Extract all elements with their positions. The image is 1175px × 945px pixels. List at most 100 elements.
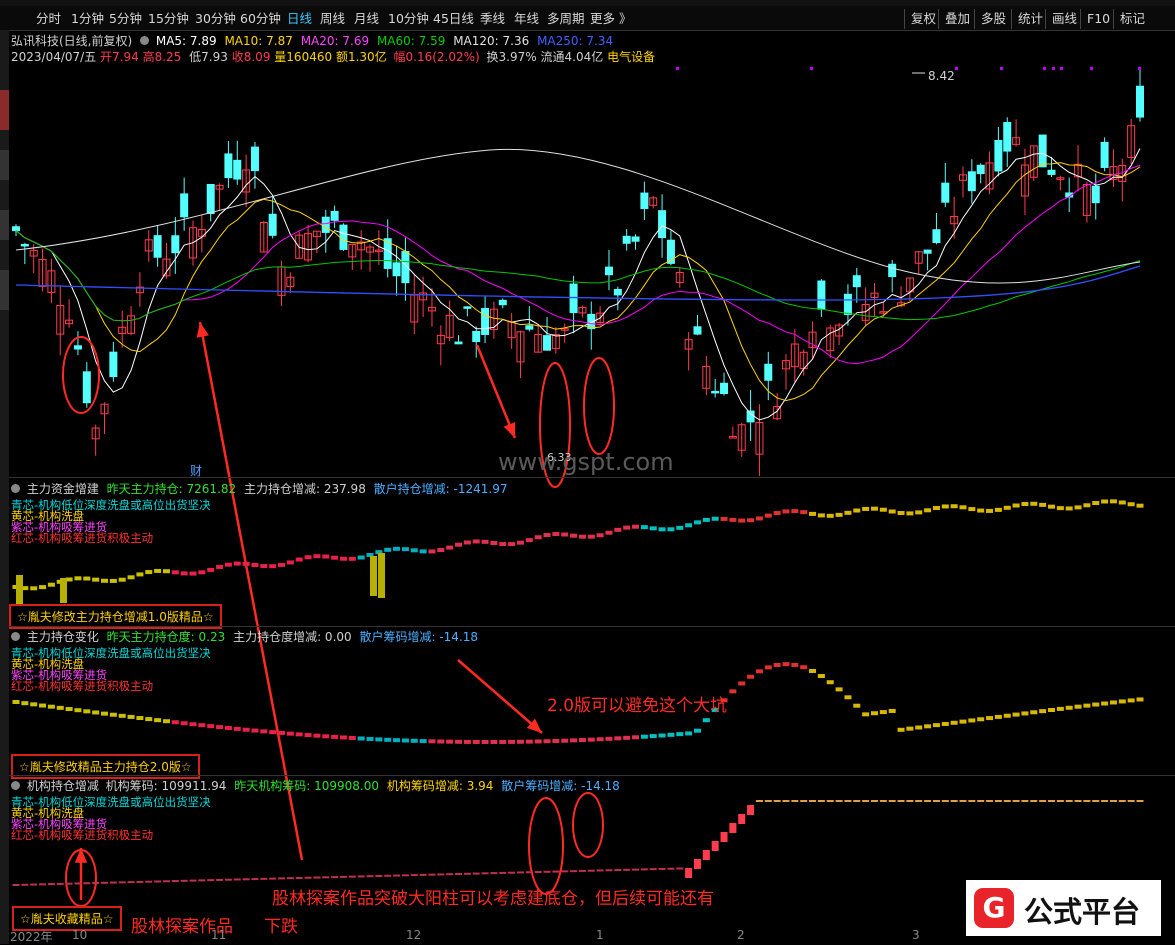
- panel2-bar: [587, 737, 595, 742]
- panel2-bar: [278, 730, 286, 735]
- annotation-circle: [528, 797, 564, 895]
- panel3-bar: [1030, 800, 1038, 802]
- signal-dot: [1090, 67, 1093, 70]
- panel1-bar: [658, 527, 666, 532]
- candle-body: [268, 213, 277, 236]
- panel1-bar: [1101, 499, 1109, 504]
- panel1-bar: [1065, 506, 1073, 511]
- watermark: www.gspt.com: [498, 448, 674, 476]
- panel2-bar: [516, 739, 524, 744]
- panel1-bar: [844, 510, 852, 515]
- panel1-bar: [233, 561, 241, 566]
- panel1-v1: 昨天主力持仓: 7261.82: [106, 482, 237, 496]
- panel3-bar: [649, 868, 657, 871]
- panel1-bar: [357, 555, 365, 560]
- panel1-bar: [109, 578, 117, 583]
- panel1-bar: [950, 504, 958, 509]
- panel3-bar: [278, 877, 286, 880]
- panel-toggle-icon[interactable]: [11, 484, 20, 493]
- panel3-bar: [1012, 800, 1020, 802]
- toggle-icon[interactable]: [140, 36, 150, 45]
- panel2-bar: [348, 735, 356, 740]
- candle-body: [12, 226, 20, 232]
- panel1-bar: [83, 576, 91, 581]
- panel3-bar: [375, 874, 383, 877]
- panel2-bar: [410, 738, 418, 743]
- panel2-bar: [667, 732, 675, 737]
- panel1-bar: [260, 564, 268, 569]
- candle-body: [472, 330, 481, 343]
- panel3-bar: [401, 874, 409, 877]
- ma-line: 弘讯科技(日线,前复权) MA5: 7.89 MA10: 7.87 MA20: …: [11, 32, 613, 49]
- panel3-bar: [472, 872, 480, 875]
- candle-body: [746, 410, 755, 423]
- panel2-bar: [446, 739, 454, 744]
- panel3-bar: [56, 882, 64, 885]
- candle-body: [1047, 169, 1056, 175]
- candle-body: [658, 210, 667, 239]
- panel1-bar: [685, 523, 693, 528]
- candle-body: [1100, 141, 1109, 168]
- panel1-bar: [224, 562, 232, 567]
- panel3-bar: [101, 881, 109, 884]
- candle-body: [817, 280, 826, 310]
- panel2-bar: [463, 739, 471, 744]
- panel2-bar: [21, 701, 29, 706]
- annotation-circle: [572, 792, 604, 858]
- panel1-bar: [879, 507, 887, 512]
- panel2-legend: 青芯-机构低位深度洗盘或高位出货坚决 黄芯-机构洗盘 紫芯-机构吸筹进货 红芯-…: [11, 647, 211, 692]
- panel2-bar: [862, 712, 870, 717]
- signal-dot: [810, 67, 813, 70]
- panel2-bar: [322, 734, 330, 739]
- panel2-bar: [401, 738, 409, 743]
- panel2-bar: [313, 733, 321, 738]
- panel3-bar: [92, 882, 100, 885]
- low-value: 低7.93: [189, 50, 228, 64]
- panel3-bar: [817, 800, 825, 802]
- panel3-bar: [1065, 800, 1073, 802]
- panel2-bar: [924, 724, 932, 729]
- annotation-arrow-up-head: [196, 322, 209, 338]
- signal-dot: [955, 67, 958, 70]
- panel1-bar: [915, 510, 923, 515]
- panel3-bar: [534, 871, 542, 874]
- panel3-bar: [233, 878, 241, 881]
- panel2-bar: [755, 669, 763, 674]
- panel1-bar: [499, 542, 507, 547]
- panel1-bar: [1039, 502, 1047, 507]
- panel-toggle-icon[interactable]: [11, 781, 20, 790]
- panel3-bar: [693, 859, 701, 869]
- close-value: 收8.09: [231, 50, 271, 64]
- panel1-bar: [1021, 501, 1029, 506]
- panel1-bar: [39, 585, 47, 590]
- panel2-bar: [101, 711, 109, 716]
- panel1-bar: [1047, 504, 1055, 509]
- panel1-bar: [393, 546, 401, 551]
- panel2-bar: [941, 721, 949, 726]
- panel2-bar: [145, 717, 153, 722]
- panel-toggle-icon[interactable]: [11, 632, 20, 641]
- panel1-bar: [941, 504, 949, 509]
- panel3-bar: [791, 800, 799, 802]
- panel1-bar: [888, 509, 896, 514]
- panel1-bar: [481, 539, 489, 544]
- panel3-bar: [755, 800, 763, 802]
- candle-body: [20, 243, 29, 247]
- panel3-bar: [21, 883, 29, 886]
- panel2-bar: [260, 729, 268, 734]
- candle-body: [392, 262, 401, 277]
- annotation-fall: 下跌: [264, 917, 298, 937]
- panel2-bar: [525, 739, 533, 744]
- candle-body: [73, 345, 82, 350]
- open-value: 开7.94: [100, 50, 139, 64]
- panel1-bar: [180, 571, 188, 576]
- panel2-bar: [915, 725, 923, 730]
- panel1-bar: [145, 570, 153, 575]
- panel3-bar: [1083, 800, 1091, 802]
- annotation-breakout: 股林探案作品突破大阳柱可以考虑建底仓，但后续可能还有: [272, 889, 714, 909]
- panel2-bar: [286, 731, 294, 736]
- panel1-bar: [906, 511, 914, 516]
- panel2-bar: [1012, 712, 1020, 717]
- panel3-bar: [516, 871, 524, 874]
- panel1-bar: [1012, 503, 1020, 508]
